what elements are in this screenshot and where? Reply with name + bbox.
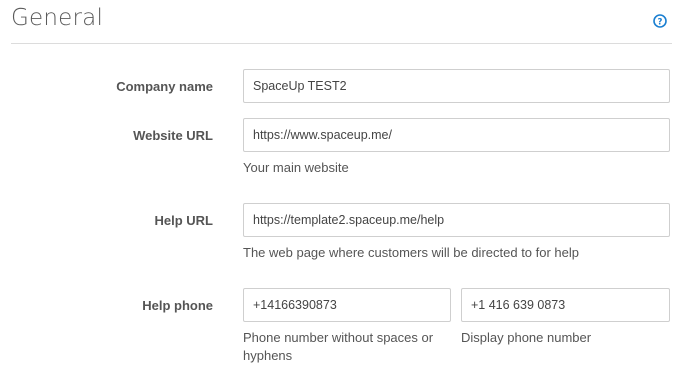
help-phone-hint: Phone number without spaces or hyphens — [243, 329, 433, 365]
help-url-hint: The web page where customers will be dir… — [243, 245, 580, 260]
header-divider — [11, 43, 672, 44]
website-url-label: Website URL — [133, 128, 213, 143]
help-phone-input[interactable] — [243, 288, 451, 322]
display-phone-hint: Display phone number — [461, 330, 592, 345]
help-url-label: Help URL — [154, 213, 214, 228]
svg-text:?: ? — [658, 17, 663, 27]
help-phone-hint-line2: hyphens — [243, 348, 293, 363]
company-name-input[interactable] — [243, 69, 670, 103]
company-name-label: Company name — [116, 79, 213, 94]
help-url-input[interactable] — [243, 203, 670, 237]
page-title: General — [11, 5, 104, 31]
website-url-hint: Your main website — [243, 160, 349, 175]
website-url-input[interactable] — [243, 118, 670, 152]
help-phone-label: Help phone — [142, 298, 213, 313]
display-phone-input[interactable] — [461, 288, 670, 322]
help-phone-hint-line1: Phone number without spaces or — [243, 330, 434, 345]
question-circle-icon[interactable]: ? — [653, 14, 667, 28]
